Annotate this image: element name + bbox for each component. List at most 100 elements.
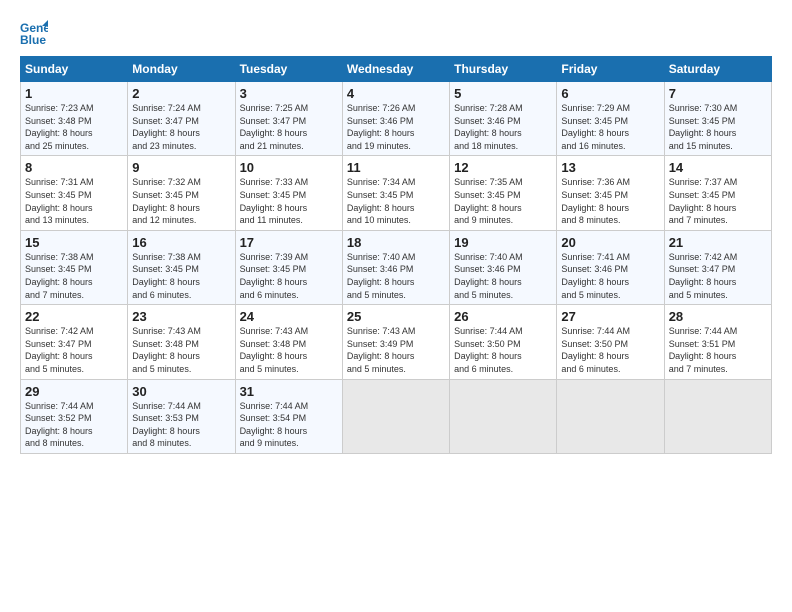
col-header-sunday: Sunday [21,57,128,82]
day-info: Sunrise: 7:25 AMSunset: 3:47 PMDaylight:… [240,102,338,152]
day-info: Sunrise: 7:42 AMSunset: 3:47 PMDaylight:… [25,325,123,375]
day-info: Sunrise: 7:44 AMSunset: 3:53 PMDaylight:… [132,400,230,450]
calendar-cell: 20Sunrise: 7:41 AMSunset: 3:46 PMDayligh… [557,230,664,304]
day-number: 15 [25,235,123,250]
day-info: Sunrise: 7:43 AMSunset: 3:48 PMDaylight:… [132,325,230,375]
calendar-cell: 22Sunrise: 7:42 AMSunset: 3:47 PMDayligh… [21,305,128,379]
day-number: 20 [561,235,659,250]
day-info: Sunrise: 7:44 AMSunset: 3:50 PMDaylight:… [561,325,659,375]
day-info: Sunrise: 7:30 AMSunset: 3:45 PMDaylight:… [669,102,767,152]
day-number: 14 [669,160,767,175]
day-info: Sunrise: 7:42 AMSunset: 3:47 PMDaylight:… [669,251,767,301]
day-info: Sunrise: 7:38 AMSunset: 3:45 PMDaylight:… [132,251,230,301]
calendar-cell: 9Sunrise: 7:32 AMSunset: 3:45 PMDaylight… [128,156,235,230]
day-number: 23 [132,309,230,324]
day-number: 28 [669,309,767,324]
calendar-week-1: 1Sunrise: 7:23 AMSunset: 3:48 PMDaylight… [21,82,772,156]
calendar-cell: 11Sunrise: 7:34 AMSunset: 3:45 PMDayligh… [342,156,449,230]
day-info: Sunrise: 7:44 AMSunset: 3:50 PMDaylight:… [454,325,552,375]
day-number: 10 [240,160,338,175]
day-number: 5 [454,86,552,101]
day-number: 13 [561,160,659,175]
day-info: Sunrise: 7:32 AMSunset: 3:45 PMDaylight:… [132,176,230,226]
calendar-cell: 26Sunrise: 7:44 AMSunset: 3:50 PMDayligh… [450,305,557,379]
day-info: Sunrise: 7:37 AMSunset: 3:45 PMDaylight:… [669,176,767,226]
day-info: Sunrise: 7:24 AMSunset: 3:47 PMDaylight:… [132,102,230,152]
calendar-cell [342,379,449,453]
calendar-cell: 19Sunrise: 7:40 AMSunset: 3:46 PMDayligh… [450,230,557,304]
calendar-cell: 1Sunrise: 7:23 AMSunset: 3:48 PMDaylight… [21,82,128,156]
calendar-cell: 5Sunrise: 7:28 AMSunset: 3:46 PMDaylight… [450,82,557,156]
day-number: 11 [347,160,445,175]
day-number: 9 [132,160,230,175]
day-info: Sunrise: 7:38 AMSunset: 3:45 PMDaylight:… [25,251,123,301]
col-header-friday: Friday [557,57,664,82]
calendar-cell: 29Sunrise: 7:44 AMSunset: 3:52 PMDayligh… [21,379,128,453]
day-info: Sunrise: 7:44 AMSunset: 3:51 PMDaylight:… [669,325,767,375]
header: General Blue [20,18,772,46]
calendar-cell: 7Sunrise: 7:30 AMSunset: 3:45 PMDaylight… [664,82,771,156]
calendar-cell: 27Sunrise: 7:44 AMSunset: 3:50 PMDayligh… [557,305,664,379]
day-number: 8 [25,160,123,175]
day-number: 1 [25,86,123,101]
day-info: Sunrise: 7:44 AMSunset: 3:54 PMDaylight:… [240,400,338,450]
calendar-cell: 28Sunrise: 7:44 AMSunset: 3:51 PMDayligh… [664,305,771,379]
day-number: 16 [132,235,230,250]
day-info: Sunrise: 7:31 AMSunset: 3:45 PMDaylight:… [25,176,123,226]
day-info: Sunrise: 7:26 AMSunset: 3:46 PMDaylight:… [347,102,445,152]
calendar-cell: 30Sunrise: 7:44 AMSunset: 3:53 PMDayligh… [128,379,235,453]
calendar-cell: 12Sunrise: 7:35 AMSunset: 3:45 PMDayligh… [450,156,557,230]
day-number: 30 [132,384,230,399]
calendar-week-4: 22Sunrise: 7:42 AMSunset: 3:47 PMDayligh… [21,305,772,379]
calendar-cell: 6Sunrise: 7:29 AMSunset: 3:45 PMDaylight… [557,82,664,156]
calendar-cell: 31Sunrise: 7:44 AMSunset: 3:54 PMDayligh… [235,379,342,453]
col-header-monday: Monday [128,57,235,82]
day-info: Sunrise: 7:41 AMSunset: 3:46 PMDaylight:… [561,251,659,301]
calendar-cell: 2Sunrise: 7:24 AMSunset: 3:47 PMDaylight… [128,82,235,156]
calendar-page: General Blue SundayMondayTuesdayWednesda… [0,0,792,612]
day-info: Sunrise: 7:34 AMSunset: 3:45 PMDaylight:… [347,176,445,226]
calendar-cell: 17Sunrise: 7:39 AMSunset: 3:45 PMDayligh… [235,230,342,304]
day-info: Sunrise: 7:35 AMSunset: 3:45 PMDaylight:… [454,176,552,226]
day-info: Sunrise: 7:40 AMSunset: 3:46 PMDaylight:… [454,251,552,301]
day-number: 18 [347,235,445,250]
calendar-week-3: 15Sunrise: 7:38 AMSunset: 3:45 PMDayligh… [21,230,772,304]
calendar-cell [450,379,557,453]
col-header-tuesday: Tuesday [235,57,342,82]
calendar-cell: 13Sunrise: 7:36 AMSunset: 3:45 PMDayligh… [557,156,664,230]
day-info: Sunrise: 7:40 AMSunset: 3:46 PMDaylight:… [347,251,445,301]
calendar-table: SundayMondayTuesdayWednesdayThursdayFrid… [20,56,772,454]
day-info: Sunrise: 7:36 AMSunset: 3:45 PMDaylight:… [561,176,659,226]
calendar-body: 1Sunrise: 7:23 AMSunset: 3:48 PMDaylight… [21,82,772,454]
day-number: 3 [240,86,338,101]
day-number: 6 [561,86,659,101]
calendar-week-2: 8Sunrise: 7:31 AMSunset: 3:45 PMDaylight… [21,156,772,230]
day-number: 31 [240,384,338,399]
day-number: 4 [347,86,445,101]
day-number: 22 [25,309,123,324]
col-header-saturday: Saturday [664,57,771,82]
day-info: Sunrise: 7:33 AMSunset: 3:45 PMDaylight:… [240,176,338,226]
logo: General Blue [20,18,52,46]
day-number: 24 [240,309,338,324]
logo-icon: General Blue [20,18,48,46]
calendar-cell: 25Sunrise: 7:43 AMSunset: 3:49 PMDayligh… [342,305,449,379]
day-number: 29 [25,384,123,399]
calendar-cell: 10Sunrise: 7:33 AMSunset: 3:45 PMDayligh… [235,156,342,230]
calendar-cell: 18Sunrise: 7:40 AMSunset: 3:46 PMDayligh… [342,230,449,304]
day-info: Sunrise: 7:28 AMSunset: 3:46 PMDaylight:… [454,102,552,152]
day-info: Sunrise: 7:29 AMSunset: 3:45 PMDaylight:… [561,102,659,152]
day-number: 12 [454,160,552,175]
calendar-cell: 21Sunrise: 7:42 AMSunset: 3:47 PMDayligh… [664,230,771,304]
day-number: 17 [240,235,338,250]
calendar-cell: 24Sunrise: 7:43 AMSunset: 3:48 PMDayligh… [235,305,342,379]
day-number: 25 [347,309,445,324]
col-header-wednesday: Wednesday [342,57,449,82]
calendar-header-row: SundayMondayTuesdayWednesdayThursdayFrid… [21,57,772,82]
calendar-cell: 16Sunrise: 7:38 AMSunset: 3:45 PMDayligh… [128,230,235,304]
svg-text:Blue: Blue [20,33,46,46]
day-info: Sunrise: 7:44 AMSunset: 3:52 PMDaylight:… [25,400,123,450]
day-info: Sunrise: 7:43 AMSunset: 3:49 PMDaylight:… [347,325,445,375]
calendar-week-5: 29Sunrise: 7:44 AMSunset: 3:52 PMDayligh… [21,379,772,453]
calendar-cell: 14Sunrise: 7:37 AMSunset: 3:45 PMDayligh… [664,156,771,230]
